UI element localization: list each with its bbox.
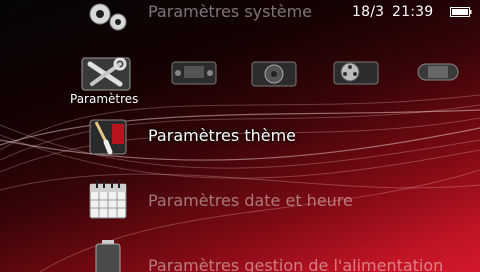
status-time: 21:39 [392,4,434,20]
category-game[interactable] [170,56,218,90]
date-time-settings-item[interactable]: Paramètres date et heure [148,191,353,210]
gamepad-icon [171,61,217,85]
category-label-settings: Paramètres [70,92,139,106]
gear-icon [89,3,127,31]
psp-console-icon [417,63,459,81]
toolbox-icon [81,57,131,91]
calendar-icon [89,180,127,219]
power-settings-item[interactable]: Paramètres gestion de l'alimentation [148,256,443,272]
category-settings[interactable] [80,52,134,92]
category-music[interactable] [250,56,298,90]
film-reel-icon [333,61,379,85]
speaker-icon [251,61,297,87]
category-video[interactable] [332,54,380,88]
theme-settings-item[interactable]: Paramètres thème [148,126,296,145]
battery-icon [95,240,121,272]
status-date: 18/3 [352,4,385,20]
paint-brush-icon [89,119,127,155]
system-settings-item[interactable]: Paramètres système [148,2,312,21]
category-game-console[interactable] [414,54,462,88]
battery-indicator-icon [450,7,472,17]
xmb-screen: Paramètres système 18/3 21:39 Paramètres [0,0,480,272]
